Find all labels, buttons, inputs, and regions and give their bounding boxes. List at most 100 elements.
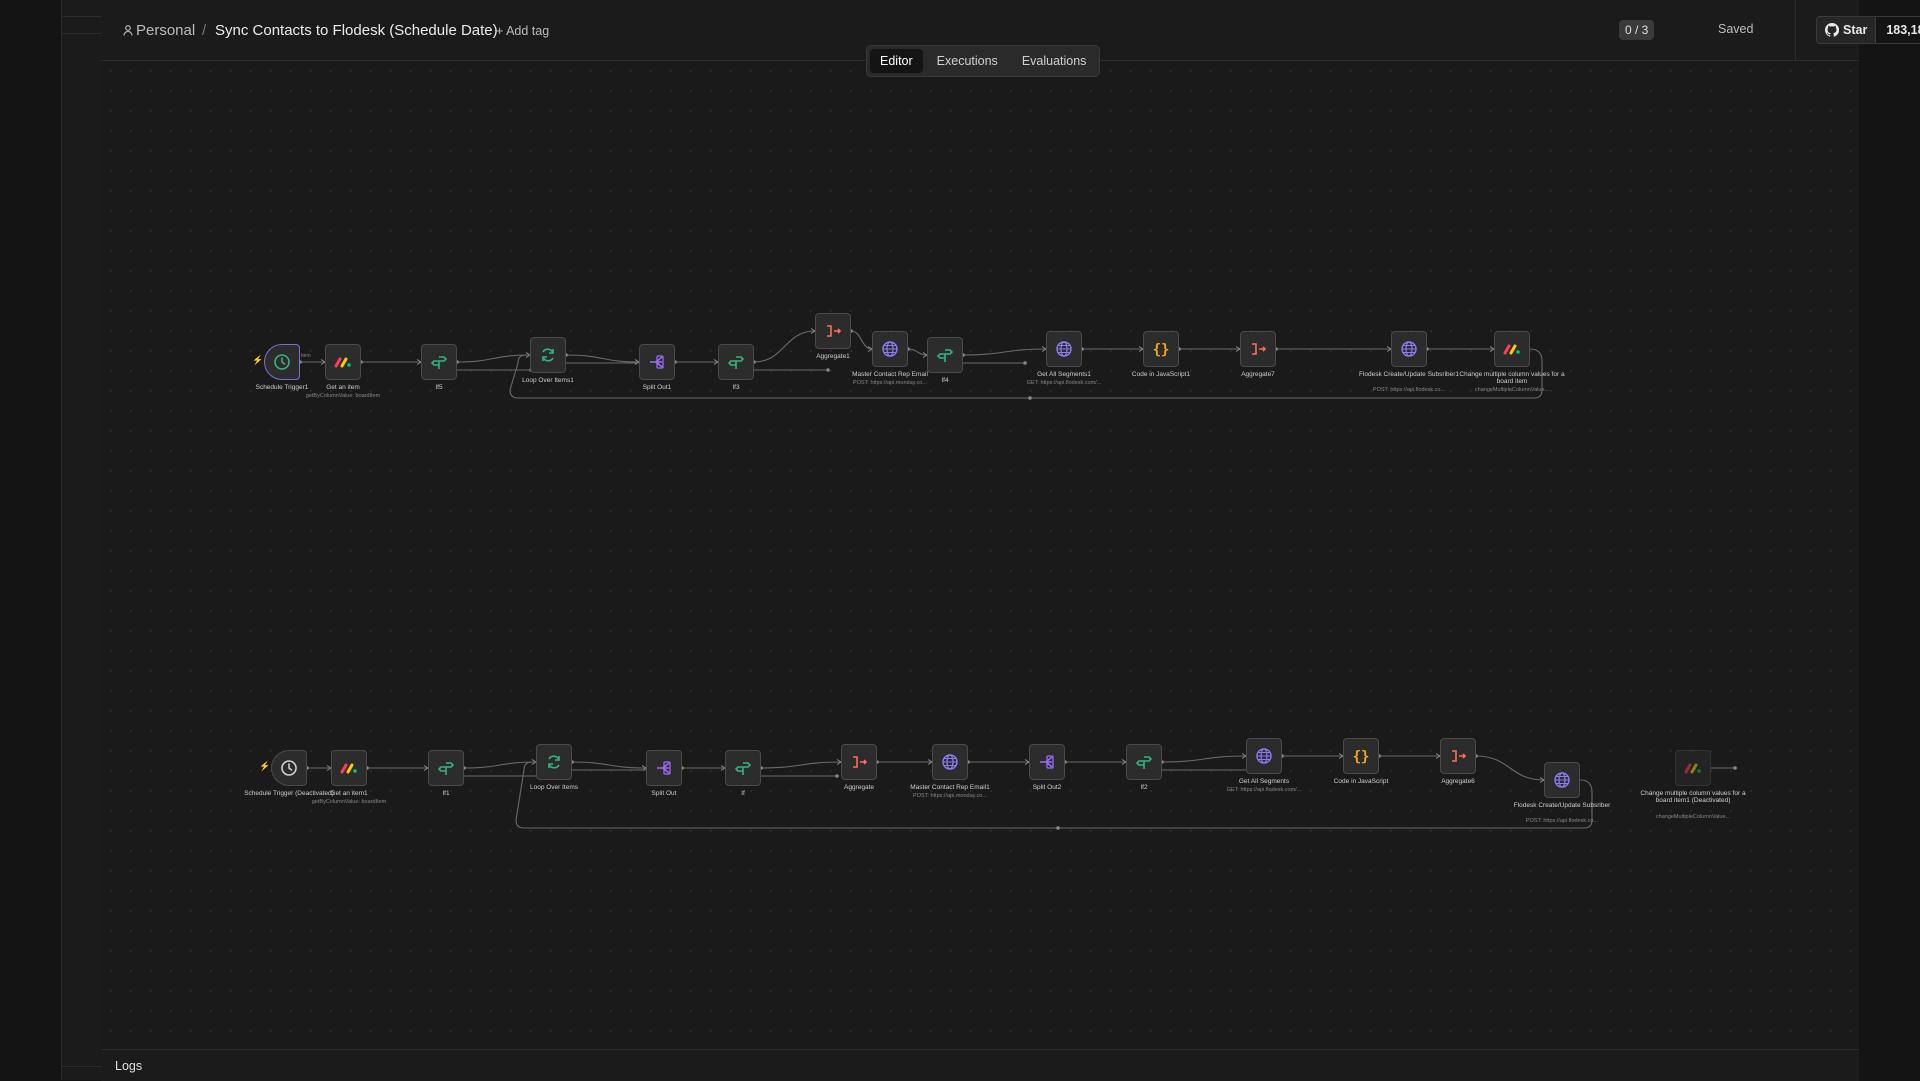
workflow-node[interactable] <box>331 750 367 786</box>
workflow-node[interactable] <box>646 750 682 786</box>
globe-icon <box>1056 341 1072 357</box>
view-tabs: Editor Executions Evaluations <box>866 45 1101 77</box>
clock-icon <box>274 354 290 370</box>
workflow-node[interactable] <box>1029 744 1065 780</box>
workflow-node[interactable] <box>725 750 761 786</box>
connection-line[interactable] <box>850 330 873 350</box>
workflow-node[interactable] <box>264 344 300 380</box>
if-icon <box>728 356 744 369</box>
loop-icon <box>548 755 560 769</box>
connection-handle[interactable] <box>1056 826 1060 830</box>
globe-icon <box>1554 772 1570 788</box>
node-subtitle: POST: https://api.flodesk.co... <box>1372 387 1446 393</box>
workflow-canvas[interactable]: 1 item ⚡ Schedule Trigger1 Get an item getB… <box>101 61 1859 1049</box>
node-subtitle: GET: https://api.flodesk.com/... <box>1026 379 1102 386</box>
logs-label: Logs <box>115 1059 143 1073</box>
connection-line[interactable] <box>565 354 640 363</box>
workflow-node[interactable] <box>841 744 877 780</box>
node-label: Code in JavaScript <box>1333 778 1389 785</box>
workflow-name[interactable]: Sync Contacts to Flodesk (Schedule Date) <box>215 22 498 39</box>
workflow-node[interactable] <box>530 337 566 373</box>
github-icon <box>1825 23 1839 37</box>
if-icon <box>1136 756 1152 769</box>
workflow-node[interactable] <box>536 744 572 780</box>
project-breadcrumb[interactable]: Personal <box>123 22 195 39</box>
if-icon <box>735 762 751 775</box>
monday-icon <box>1503 344 1520 355</box>
node-label: If5 <box>435 384 443 391</box>
workflow-node[interactable] <box>932 744 968 780</box>
if-icon <box>431 356 447 369</box>
tab-evaluations[interactable]: Evaluations <box>1012 49 1097 73</box>
node-label: Loop Over Items1 <box>522 377 574 384</box>
node-subtitle: getByColumnValue: boardItem <box>311 798 387 805</box>
tab-editor[interactable]: Editor <box>870 49 923 73</box>
workflow-node[interactable] <box>1675 750 1711 786</box>
workflow-node[interactable] <box>421 344 457 380</box>
add-tag-button[interactable]: + Add tag <box>496 24 549 38</box>
workflow-node[interactable] <box>428 750 464 786</box>
right-gutter <box>1859 0 1920 1080</box>
user-icon <box>123 25 133 36</box>
connection-handle[interactable] <box>1028 396 1032 400</box>
workflow-node[interactable] <box>639 344 675 380</box>
github-star-button[interactable]: Star <box>1817 17 1877 43</box>
connection-handle[interactable] <box>1733 766 1737 770</box>
node-label: If3 <box>732 384 740 391</box>
workflow-node[interactable] <box>815 313 851 349</box>
workflow-node[interactable] <box>271 750 307 786</box>
workflow-node[interactable] <box>872 331 908 367</box>
connection-handle[interactable] <box>826 368 830 372</box>
globe-icon <box>1256 748 1272 764</box>
globe-icon <box>1401 341 1417 357</box>
connection-layer <box>298 328 1737 830</box>
workflow-node[interactable] <box>1046 331 1082 367</box>
node-subtitle: GET: https://api.flodesk.com/... <box>1226 786 1302 793</box>
workflow-node[interactable] <box>718 344 754 380</box>
connection-line[interactable] <box>1161 755 1247 763</box>
connection-line[interactable] <box>907 348 928 356</box>
sidebar <box>61 0 102 1080</box>
workflow-node[interactable] <box>325 344 361 380</box>
clock-icon <box>281 760 297 776</box>
workflow-node[interactable] <box>1494 331 1530 367</box>
connection-handle[interactable] <box>1023 361 1027 365</box>
workflow-node[interactable] <box>1240 331 1276 367</box>
breadcrumb-separator: / <box>202 22 207 39</box>
node-subtitle: POST: https://api.monday.co... <box>913 792 987 799</box>
if-icon <box>937 349 953 362</box>
aggregate-icon <box>853 756 868 768</box>
header-divider <box>1795 0 1796 60</box>
workflow-node[interactable] <box>1391 331 1427 367</box>
sidebar-divider <box>62 16 101 17</box>
code-icon: {} <box>1353 749 1370 765</box>
tab-executions[interactable]: Executions <box>927 49 1008 73</box>
workflow-node[interactable] <box>927 337 963 373</box>
workflow-node[interactable]: {} <box>1343 738 1379 774</box>
node-label: Get an item1 <box>330 790 368 797</box>
github-star-widget[interactable]: Star 183,180 <box>1816 16 1920 44</box>
svg-text:{}: {} <box>1353 749 1370 765</box>
workflow-node[interactable]: {} <box>1143 331 1179 367</box>
connection-line[interactable] <box>962 348 1047 356</box>
github-star-count: 183,180 <box>1886 23 1920 37</box>
trigger-bolt-icon: ⚡ <box>259 761 271 771</box>
connection-handle[interactable] <box>835 774 839 778</box>
connection-line[interactable] <box>571 761 647 769</box>
workflow-node[interactable] <box>1440 738 1476 774</box>
sidebar-divider <box>62 33 101 34</box>
workflow-node[interactable] <box>1544 762 1580 798</box>
node-label: Change multiple column values for a boar… <box>1459 371 1565 386</box>
if-icon <box>438 762 454 775</box>
workflow-node[interactable] <box>1246 738 1282 774</box>
node-label: If1 <box>442 790 450 797</box>
node-label: If4 <box>941 377 949 384</box>
split-icon <box>650 355 664 369</box>
workflow-node[interactable] <box>1126 744 1162 780</box>
aggregate-icon <box>827 325 842 337</box>
logs-panel[interactable]: Logs <box>101 1049 1859 1081</box>
node-label: Aggregate6 <box>1441 778 1475 785</box>
connection-line[interactable] <box>1475 755 1545 781</box>
node-label: Master Contact Rep Email1 <box>910 784 990 791</box>
connection-line[interactable] <box>760 761 842 769</box>
